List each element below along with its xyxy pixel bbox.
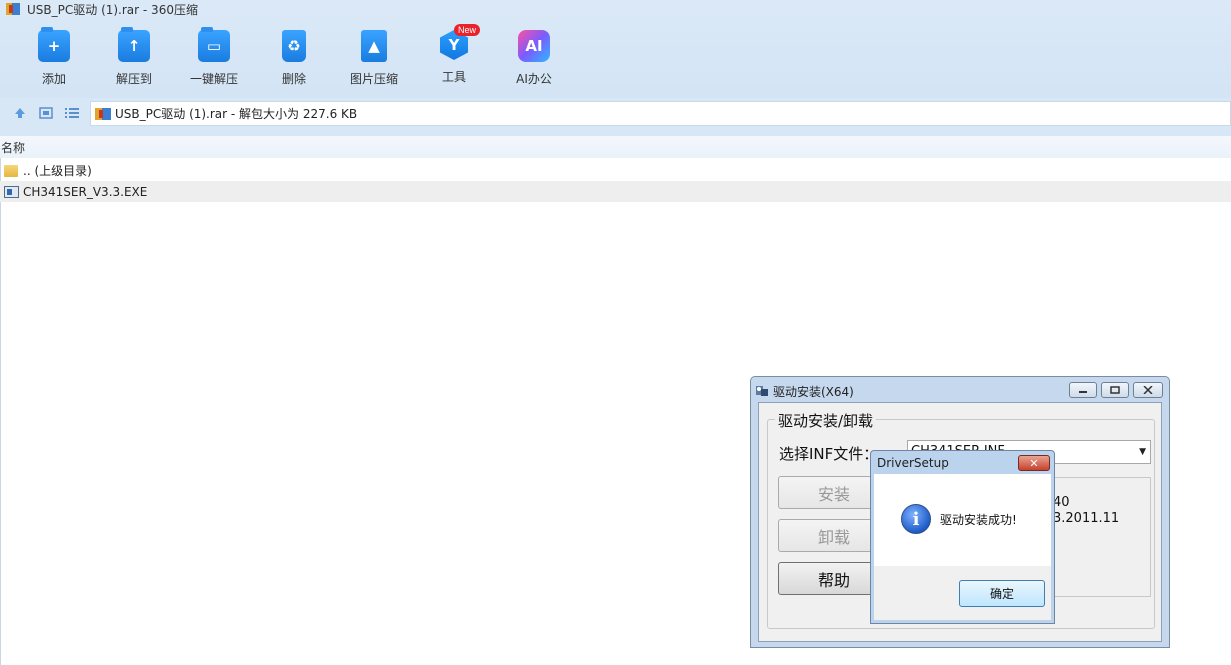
maximize-button[interactable] [1101, 382, 1129, 398]
image-compress-button[interactable]: ▲ 图片压缩 [334, 30, 414, 87]
file-name: CH341SER_V3.3.EXE [23, 184, 148, 199]
message-box-title: DriverSetup [877, 456, 949, 470]
driver-setup-message-box: DriverSetup ✕ i 驱动安装成功! 确定 [870, 450, 1055, 624]
minimize-button[interactable] [1069, 382, 1097, 398]
ai-office-label: AI办公 [516, 72, 552, 86]
up-arrow-icon[interactable] [12, 106, 28, 120]
one-click-extract-icon: ▭ [198, 27, 230, 62]
toolbar: + 添加 ↑ 解压到 ▭ 一键解压 ♻ 删除 ▲ 图片压缩 Y 工具 AI AI… [14, 27, 574, 87]
delete-label: 删除 [281, 72, 306, 86]
window-close-button[interactable] [1133, 382, 1163, 398]
header-area: USB_PC驱动 (1).rar - 360压缩 + 添加 ↑ 解压到 ▭ 一键… [0, 0, 1231, 98]
separator-strip [0, 128, 1231, 136]
tools-label: 工具 [441, 70, 466, 84]
title-bar: USB_PC驱动 (1).rar - 360压缩 [0, 0, 198, 18]
address-bar[interactable]: USB_PC驱动 (1).rar - 解包大小为 227.6 KB [90, 101, 1231, 126]
thumbnail-view-icon[interactable] [38, 106, 54, 120]
app-window: USB_PC驱动 (1).rar - 360压缩 + 添加 ↑ 解压到 ▭ 一键… [0, 0, 1231, 665]
folder-icon [4, 164, 18, 177]
pane-border [0, 158, 1, 665]
window-title: USB_PC驱动 (1).rar - 360压缩 [27, 2, 198, 17]
address-text: USB_PC驱动 (1).rar - 解包大小为 227.6 KB [115, 107, 358, 121]
driver-app-icon [755, 384, 769, 398]
add-button[interactable]: + 添加 [14, 27, 94, 87]
add-icon: + [38, 27, 70, 62]
list-item-exe[interactable]: CH341SER_V3.3.EXE [0, 181, 1231, 202]
exe-file-icon [4, 185, 19, 198]
information-icon: i [901, 504, 931, 534]
file-name: .. (上级目录) [23, 164, 92, 178]
delete-icon: ♻ [282, 30, 306, 62]
extract-to-button[interactable]: ↑ 解压到 [94, 27, 174, 87]
group-title: 驱动安装/卸载 [775, 410, 877, 431]
driver-window-title: 驱动安装(X64) [773, 384, 854, 399]
close-icon [1143, 386, 1153, 394]
list-view-icon[interactable] [64, 106, 80, 120]
delete-button[interactable]: ♻ 删除 [254, 30, 334, 87]
new-badge: New [454, 24, 481, 36]
driver-window-titlebar: 驱动安装(X64) [755, 381, 854, 401]
extract-to-icon: ↑ [118, 27, 150, 62]
inf-file-label: 选择INF文件： [779, 445, 879, 463]
one-click-extract-label: 一键解压 [189, 72, 238, 86]
column-header-name[interactable]: 名称 [0, 136, 1231, 158]
ai-office-icon: AI [518, 30, 550, 62]
file-list: .. (上级目录) CH341SER_V3.3.EXE [0, 160, 1231, 202]
ok-button[interactable]: 确定 [959, 580, 1045, 607]
list-item-parent-folder[interactable]: .. (上级目录) [0, 160, 1231, 181]
rar-archive-icon [6, 2, 20, 16]
tools-button[interactable]: Y 工具 [414, 30, 494, 87]
ai-office-button[interactable]: AI AI办公 [494, 30, 574, 87]
driver-info-line-2: 3.2011.11 [1053, 511, 1120, 526]
message-text: 驱动安装成功! [940, 513, 1017, 527]
message-box-body: i 驱动安装成功! [874, 474, 1051, 566]
column-name-label: 名称 [1, 140, 26, 155]
rar-archive-icon [95, 107, 111, 121]
driver-info-line-1: 40 [1053, 495, 1070, 510]
image-compress-label: 图片压缩 [349, 72, 398, 86]
add-label: 添加 [41, 72, 66, 86]
one-click-extract-button[interactable]: ▭ 一键解压 [174, 27, 254, 87]
extract-to-label: 解压到 [115, 72, 152, 86]
chevron-down-icon: ▼ [1139, 447, 1146, 457]
image-compress-icon: ▲ [361, 30, 387, 62]
message-box-footer: 确定 [874, 566, 1051, 620]
close-icon[interactable]: ✕ [1018, 455, 1050, 471]
